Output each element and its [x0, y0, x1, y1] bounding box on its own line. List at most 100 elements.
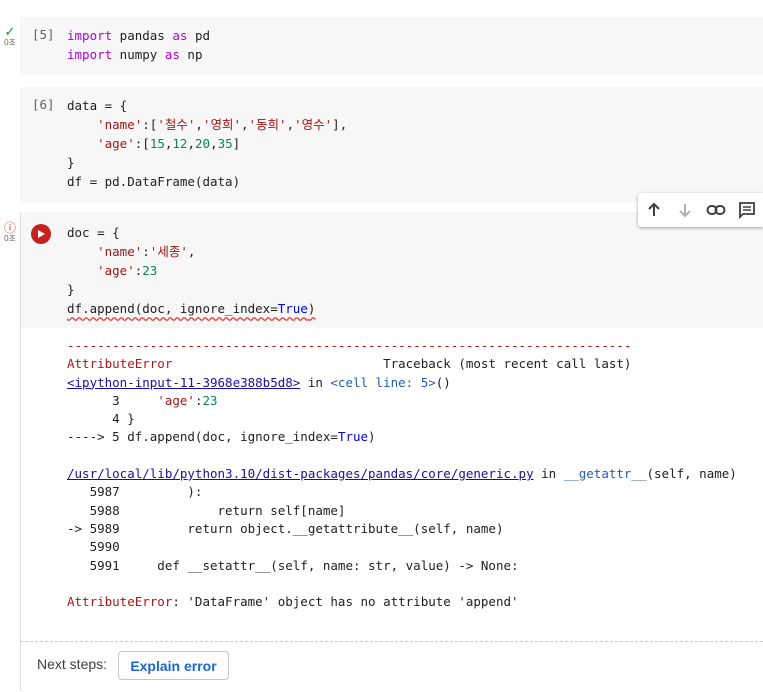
code-token: ], [332, 117, 348, 132]
code-token: 'name' [97, 244, 143, 259]
code-line: } [67, 280, 315, 299]
traceback-line: -> 5989 return object.__getattribute__(s… [67, 520, 737, 538]
arrow-up-icon [647, 202, 660, 216]
code-token: '세종' [149, 244, 188, 259]
code-token: 23 [202, 392, 218, 408]
code-token: : 'DataFrame' object has no attribute 'a… [172, 594, 519, 610]
code-token: '영수' [294, 117, 333, 132]
cell-2-code-editor[interactable]: data = { 'name':['철수','영희','동희','영수'], '… [67, 96, 347, 191]
code-token: numpy [112, 47, 165, 62]
cell-1-code-editor[interactable]: import pandas as pd import numpy as np [67, 26, 210, 64]
code-line: 'name':['철수','영희','동희','영수'], [67, 115, 347, 134]
cell-1-exec-count: [5] [32, 27, 55, 42]
code-line: doc = { [67, 223, 315, 242]
code-token: : [142, 244, 150, 259]
traceback-line: <ipython-input-11-3968e388b5d8> in <cell… [67, 374, 737, 392]
code-token: 'age' [97, 136, 135, 151]
cell-3-error-output: ----------------------------------------… [67, 337, 737, 611]
code-token: np [179, 47, 203, 62]
traceback-link[interactable]: <ipython-input-11-3968e388b5d8> [67, 375, 300, 390]
traceback-line [67, 447, 737, 465]
code-token: ----------------------------------------… [67, 338, 632, 353]
traceback-link[interactable]: /usr/local/lib/python3.10/dist-packages/… [67, 466, 534, 481]
traceback-line: AttributeError: 'DataFrame' object has n… [67, 593, 737, 611]
code-token: :[ [142, 117, 158, 132]
cell-1-exec-time: 0초 [4, 38, 16, 47]
arrow-down-icon [679, 204, 691, 218]
move-cell-down-button[interactable] [672, 197, 698, 223]
error-icon: ⓘ [3, 221, 16, 235]
code-token: , [286, 117, 295, 132]
code-token: ] [232, 136, 241, 151]
traceback-line: AttributeError Traceback (most recent ca… [67, 355, 737, 373]
next-steps-label: Next steps: [37, 656, 108, 672]
move-cell-up-button[interactable] [641, 197, 667, 223]
code-token: __getattr__ [563, 466, 647, 482]
code-token: 15 [149, 136, 165, 151]
traceback-line: 3 'age':23 [67, 392, 737, 410]
run-cell-button[interactable] [31, 224, 51, 244]
cell-3-exec-time: 0초 [4, 234, 16, 243]
code-token: 'age' [97, 263, 135, 278]
code-token: 'age' [157, 392, 195, 408]
output-divider [20, 641, 763, 642]
code-token: True [277, 301, 308, 316]
code-token: ----> 5 df.append(doc, ignore_index= [67, 429, 338, 445]
code-token: 4 } [67, 411, 135, 427]
code-token: , [187, 244, 196, 259]
code-line: 'name':'세종', [67, 242, 315, 261]
code-line: df = pd.DataFrame(data) [67, 172, 347, 191]
code-token: in [300, 374, 331, 390]
code-token: 5987 ): [67, 484, 203, 500]
traceback-line: ----------------------------------------… [67, 337, 737, 355]
code-token: import [67, 28, 113, 43]
code-token: (self, name) [646, 466, 737, 482]
code-token: 35 [217, 136, 233, 151]
cell-3-code-editor[interactable]: doc = { 'name':'세종', 'age':23} df.append(… [67, 223, 315, 318]
code-token: () [435, 374, 451, 390]
code-line: 'age':23 [67, 261, 315, 280]
code-line: data = { [67, 96, 347, 115]
traceback-line: ----> 5 df.append(doc, ignore_index=True… [67, 428, 737, 446]
code-token: <cell line: 5> [330, 374, 436, 390]
code-token: 5991 def __setattr__(self, name: str, va… [67, 557, 519, 573]
checkmark-icon: ✓ [4, 24, 16, 39]
code-token: } [67, 282, 75, 297]
copy-link-button[interactable] [703, 197, 729, 223]
code-token: , [187, 136, 195, 151]
code-token: in [533, 466, 564, 482]
code-token: ) [368, 429, 376, 445]
explain-error-button[interactable]: Explain error [118, 651, 229, 680]
code-token: AttributeError [67, 356, 173, 372]
code-token: , [210, 136, 218, 151]
code-token: AttributeError [67, 594, 173, 610]
code-token: pandas [112, 28, 173, 43]
code-token: '동희' [248, 117, 287, 132]
code-line: 'age':[15,12,20,35] [67, 134, 347, 153]
code-token: 5990 [67, 539, 120, 555]
code-token: as [164, 47, 180, 62]
code-token: 23 [142, 263, 158, 278]
code-token: :[ [134, 136, 150, 151]
code-token: import [67, 47, 113, 62]
add-comment-button[interactable] [734, 197, 760, 223]
code-token: 'name' [97, 117, 143, 132]
traceback-line: 5991 def __setattr__(self, name: str, va… [67, 557, 737, 575]
code-token: , [240, 117, 249, 132]
code-token: '철수' [157, 117, 196, 132]
link-icon [706, 205, 726, 215]
code-token: } [67, 155, 75, 170]
cell-1-status: ✓ 0초 [2, 24, 18, 48]
code-line: import numpy as np [67, 45, 210, 64]
traceback-line: 5987 ): [67, 483, 737, 501]
traceback-line: /usr/local/lib/python3.10/dist-packages/… [67, 465, 737, 483]
play-icon [38, 230, 45, 238]
code-token: 12 [172, 136, 188, 151]
code-token: df = pd.DataFrame(data) [67, 174, 241, 189]
cell-3-status: ⓘ 0초 [2, 222, 18, 244]
code-token: pd [187, 28, 211, 43]
comment-icon [739, 202, 756, 219]
cell-toolbar [638, 193, 763, 227]
